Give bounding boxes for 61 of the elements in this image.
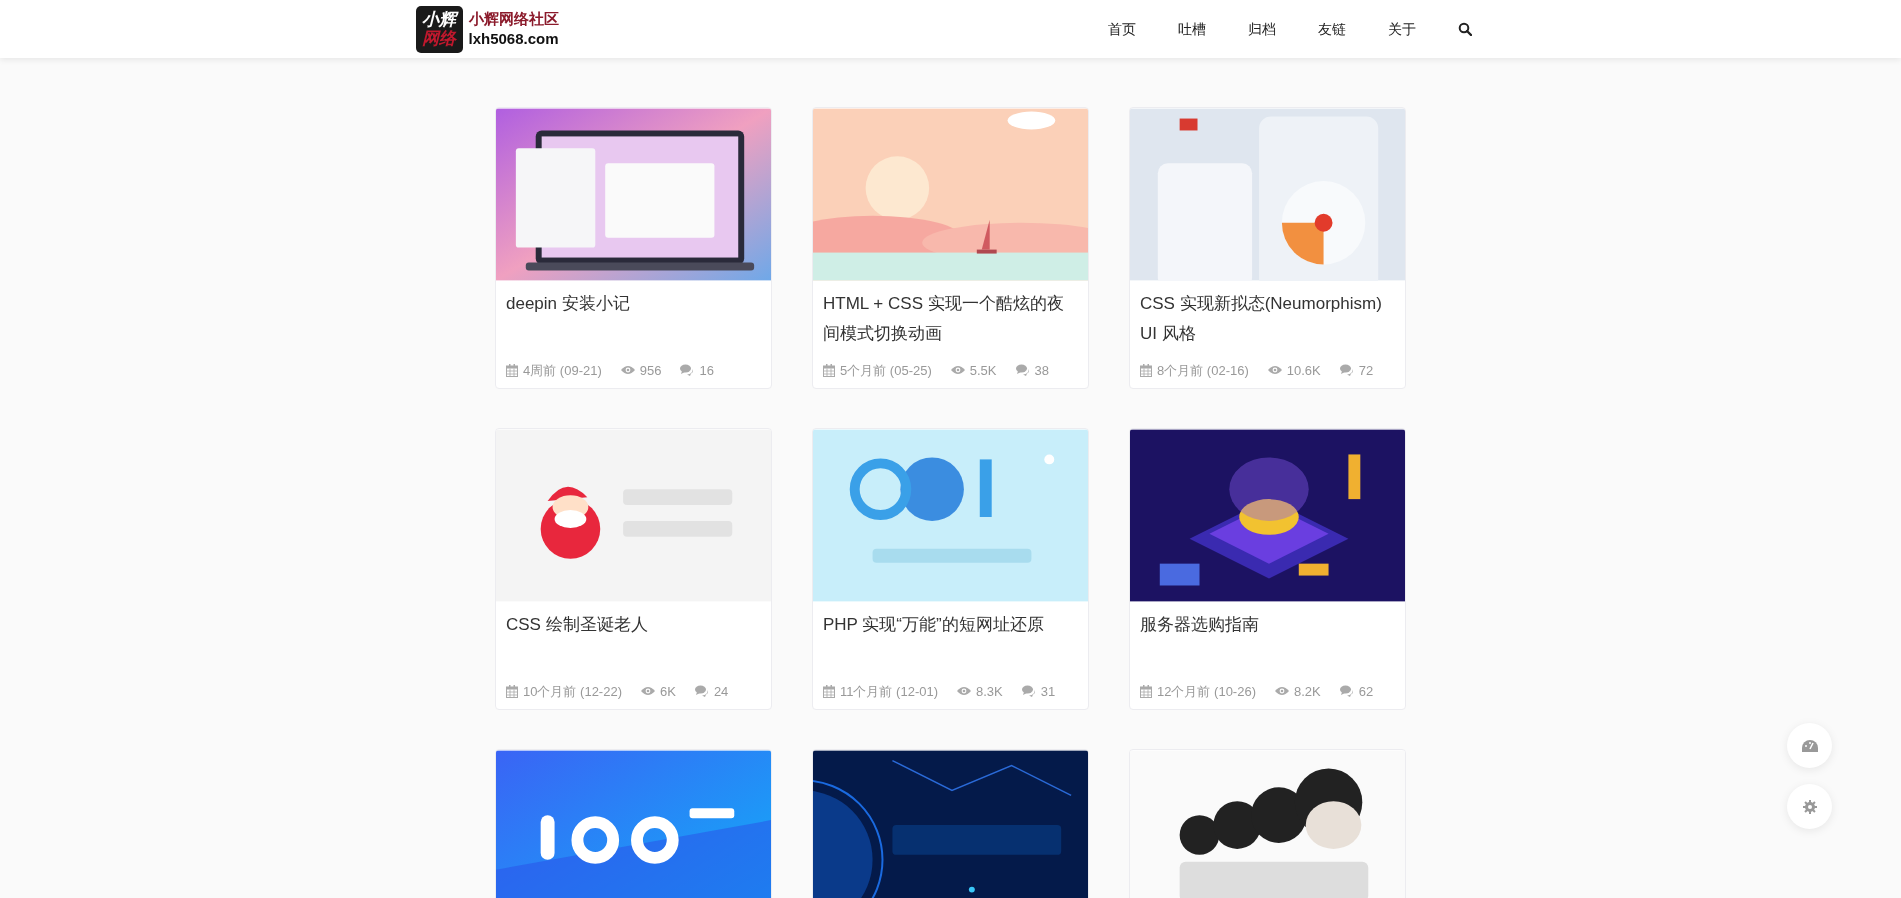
view-count: 8.3K <box>976 682 1003 701</box>
comment-count: 16 <box>699 361 714 380</box>
calendar-icon <box>506 363 518 377</box>
post-card[interactable]: CSS 实现新拟态(Neumorphism) UI 风格 8个月前 (02-16) 10.6K 72 <box>1129 107 1406 389</box>
post-card[interactable]: PHP 实现“万能”的短网址还原 11个月前 (12-01) 8.3K 31 <box>812 428 1089 710</box>
eye-icon <box>950 365 965 376</box>
calendar-icon <box>1140 363 1152 377</box>
comment-count: 38 <box>1034 361 1049 380</box>
eye-icon <box>957 686 971 697</box>
comment-count: 62 <box>1358 682 1374 701</box>
view-count: 5.5K <box>969 361 997 380</box>
comment-count: 24 <box>713 682 729 701</box>
settings-icon <box>1802 799 1817 814</box>
calendar-icon <box>1140 684 1152 698</box>
eye-icon <box>1267 365 1282 376</box>
calendar-icon <box>506 684 518 698</box>
gauge-icon <box>1801 739 1818 752</box>
comment-icon <box>680 364 695 377</box>
post-date: 11个月前 (12-01) <box>840 682 938 701</box>
calendar-icon <box>823 363 835 377</box>
comment-icon <box>1339 364 1354 377</box>
post-card[interactable]: 服务器选购指南 12个月前 (10-26) 8.2K 62 <box>1129 428 1406 710</box>
view-count: 956 <box>639 361 662 380</box>
eye-icon <box>1275 686 1289 697</box>
post-title[interactable]: HTML + CSS 实现一个酷炫的夜间模式切换动画 <box>823 289 1078 349</box>
post-title[interactable]: CSS 绘制圣诞老人 <box>506 610 761 640</box>
site-name: 小辉网络社区 <box>468 9 559 29</box>
post-card[interactable]: deepin 安装小记 4周前 (09-21) 956 16 <box>495 107 772 389</box>
search-icon[interactable] <box>1457 22 1472 36</box>
calendar-icon <box>823 684 835 698</box>
eye-icon <box>641 686 655 697</box>
nav-link[interactable]: 友链 <box>1317 18 1346 40</box>
dashboard-button[interactable] <box>1787 723 1832 768</box>
view-count: 8.2K <box>1294 682 1321 701</box>
post-title[interactable]: deepin 安装小记 <box>506 289 761 319</box>
post-date: 4周前 (09-21) <box>523 361 602 380</box>
comment-count: 31 <box>1040 682 1056 701</box>
comment-icon <box>1021 685 1036 698</box>
nav-link[interactable]: 首页 <box>1107 18 1136 40</box>
post-date: 8个月前 (02-16) <box>1157 361 1249 380</box>
eye-icon <box>620 365 635 376</box>
comment-icon <box>1339 685 1354 698</box>
view-count: 6K <box>660 682 676 701</box>
post-title[interactable]: CSS 实现新拟态(Neumorphism) UI 风格 <box>1140 289 1395 349</box>
post-title[interactable]: 服务器选购指南 <box>1140 610 1395 640</box>
post-date: 5个月前 (05-25) <box>840 361 932 380</box>
nav-link[interactable]: 关于 <box>1387 18 1416 40</box>
nav-link[interactable]: 吐槽 <box>1177 18 1206 40</box>
nav-link[interactable]: 归档 <box>1247 18 1276 40</box>
comment-icon <box>694 685 709 698</box>
post-date: 12个月前 (10-26) <box>1157 682 1256 701</box>
post-date: 10个月前 (12-22) <box>523 682 622 701</box>
comment-icon <box>1015 364 1030 377</box>
post-card[interactable]: HTML + CSS 实现一个酷炫的夜间模式切换动画 5个月前 (05-25) 5.5K 38 <box>812 107 1089 389</box>
site-domain: lxh5068.com <box>468 29 559 49</box>
post-card[interactable]: CSS 绘制圣诞老人 10个月前 (12-22) 6K 24 <box>495 428 772 710</box>
comment-count: 72 <box>1358 361 1374 380</box>
settings-button[interactable] <box>1787 784 1832 829</box>
post-title[interactable]: PHP 实现“万能”的短网址还原 <box>823 610 1078 640</box>
logo-mark[interactable]: 小辉 网络 <box>415 5 463 53</box>
view-count: 10.6K <box>1286 361 1321 380</box>
